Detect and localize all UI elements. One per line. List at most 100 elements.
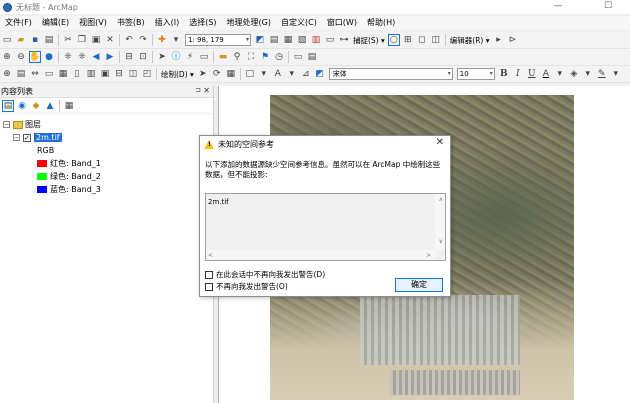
go-to-xy-icon[interactable]: ⚑ — [259, 51, 271, 63]
change-layout-icon[interactable]: ▣ — [99, 68, 111, 80]
point-snap-icon[interactable]: ○ — [387, 34, 400, 46]
time-slider-icon[interactable]: ◷ — [273, 51, 285, 63]
line-color-icon[interactable]: ✎ — [596, 68, 608, 80]
pan-icon[interactable]: ✋ — [29, 51, 41, 63]
tree-row-layers[interactable]: − 图层 — [0, 118, 213, 131]
rectangle-dropdown-icon[interactable]: ▾ — [258, 68, 270, 80]
scroll-right-icon[interactable]: > — [426, 252, 431, 259]
text-dropdown-icon[interactable]: ▾ — [286, 68, 298, 80]
list-by-visibility-icon[interactable]: ◆ — [30, 100, 42, 112]
collapse-icon[interactable]: − — [13, 134, 20, 141]
menu-insert[interactable]: 插入(I) — [150, 16, 185, 30]
editor-menu[interactable]: 编辑器(R) ▾ — [450, 35, 490, 46]
text-icon[interactable]: A — [272, 68, 284, 80]
toc-close-button[interactable]: ✕ — [203, 86, 210, 95]
catalog-window-icon[interactable]: ▦ — [282, 34, 294, 46]
georef-icon[interactable]: ⊕ — [1, 68, 13, 80]
measure-icon[interactable]: ▬ — [217, 51, 229, 63]
never-warn-option[interactable]: 不再向我发出警告(O) — [205, 281, 288, 292]
find-icon[interactable]: ⚲ — [231, 51, 243, 63]
fixed-zoom-in-icon[interactable]: ⁜ — [62, 51, 74, 63]
minimize-button[interactable]: — — [543, 0, 573, 14]
menu-geoprocessing[interactable]: 地理处理(G) — [222, 16, 276, 30]
python-window-icon[interactable]: ▭ — [324, 34, 336, 46]
menu-edit[interactable]: 编辑(E) — [37, 16, 74, 30]
list-by-selection-icon[interactable]: ▲ — [44, 100, 56, 112]
find-route-icon[interactable]: ⛶ — [245, 51, 257, 63]
missing-reference-list[interactable]: 2m.tif ∧ ∨ < > — [205, 193, 446, 261]
undo-icon[interactable]: ↶ — [123, 34, 135, 46]
redo-icon[interactable]: ↷ — [137, 34, 149, 46]
copy-icon[interactable]: ❐ — [76, 34, 88, 46]
select-elements-icon[interactable]: ➤ — [156, 51, 168, 63]
font-color-dropdown-icon[interactable]: ▾ — [554, 68, 566, 80]
model-builder-icon[interactable]: ⊶ — [338, 34, 350, 46]
underline-button[interactable]: U — [526, 68, 538, 80]
forward-extent-icon[interactable]: ▶ — [104, 51, 116, 63]
hyperlink-icon[interactable]: ⚡ — [184, 51, 196, 63]
layer-visibility-checkbox[interactable]: ✓ — [23, 133, 31, 142]
table-of-contents-icon[interactable]: ▤ — [268, 34, 280, 46]
edit-vertices-icon[interactable]: ⊿ — [300, 68, 312, 80]
collapse-icon[interactable]: − — [3, 121, 10, 128]
list-by-source-icon[interactable]: ◉ — [16, 100, 28, 112]
no-warning-session-checkbox[interactable] — [205, 270, 213, 279]
layer-name[interactable]: 2m.tif — [34, 133, 62, 142]
menu-help[interactable]: 帮助(H) — [362, 16, 400, 30]
menu-file[interactable]: 文件(F) — [0, 16, 37, 30]
editor-toolbar-icon[interactable]: ◩ — [254, 34, 266, 46]
scroll-up-icon[interactable]: ∧ — [439, 196, 443, 203]
full-extent-icon[interactable]: ● — [43, 51, 55, 63]
swipe-icon[interactable]: ⇔ — [29, 68, 41, 80]
fill-color-dropdown-icon[interactable]: ▾ — [582, 68, 594, 80]
no-warning-session-option[interactable]: 在此会话中不再向我发出警告(D) — [205, 269, 325, 280]
edit-tool-icon[interactable]: ▸ — [492, 34, 504, 46]
open-folder-icon[interactable]: ▰ — [15, 34, 27, 46]
dialog-close-button[interactable]: ✕ — [436, 137, 444, 148]
end-snap-icon[interactable]: ⊞ — [402, 34, 414, 46]
select-features-icon[interactable]: ⊡ — [137, 51, 149, 63]
font-icon[interactable]: ◩ — [314, 68, 326, 80]
save-icon[interactable]: ▪ — [29, 34, 41, 46]
go-to-extent-icon[interactable]: ⊟ — [123, 51, 135, 63]
new-document-icon[interactable]: ▭ — [1, 34, 13, 46]
add-data-dropdown-icon[interactable]: ▾ — [170, 34, 182, 46]
menu-view[interactable]: 视图(V) — [74, 16, 112, 30]
line-color-dropdown-icon[interactable]: ▾ — [610, 68, 622, 80]
vertex-snap-icon[interactable]: ◻ — [416, 34, 428, 46]
rotate-icon[interactable]: ⟳ — [211, 68, 223, 80]
horizontal-scrollbar[interactable] — [206, 250, 435, 260]
focus-data-icon[interactable]: ◰ — [141, 68, 153, 80]
pin-icon[interactable]: ⊐ — [195, 86, 201, 94]
options-icon[interactable]: ▦ — [63, 100, 75, 112]
delete-icon[interactable]: ✕ — [104, 34, 116, 46]
font-color-button[interactable]: A — [540, 68, 552, 80]
html-popup-icon[interactable]: ▭ — [198, 51, 210, 63]
italic-button[interactable]: I — [512, 68, 524, 80]
list-item[interactable]: 2m.tif — [208, 198, 229, 206]
add-data-icon[interactable]: ✚ — [156, 34, 168, 46]
menu-bookmarks[interactable]: 书签(B) — [112, 16, 150, 30]
rectangle-icon[interactable]: □ — [244, 68, 256, 80]
zoom-out-icon[interactable]: ⊖ — [15, 51, 27, 63]
scroll-left-icon[interactable]: < — [208, 252, 213, 259]
layout-view-icon[interactable]: ▤ — [306, 51, 318, 63]
menu-windows[interactable]: 窗口(W) — [322, 16, 362, 30]
edge-snap-icon[interactable]: ◫ — [430, 34, 442, 46]
bold-button[interactable]: B — [498, 68, 510, 80]
zoom-in-icon[interactable]: ⊕ — [1, 51, 13, 63]
identify-icon[interactable]: ⓘ — [170, 51, 182, 63]
fixed-zoom-out-icon[interactable]: ⁜ — [76, 51, 88, 63]
zoom-to-selected-icon[interactable]: ▦ — [225, 68, 237, 80]
drawing-menu[interactable]: 绘制(D) ▾ — [161, 69, 194, 80]
tree-row-layer[interactable]: − ✓ 2m.tif — [0, 131, 213, 144]
menu-selection[interactable]: 选择(S) — [184, 16, 221, 30]
effects-icon[interactable]: ▤ — [15, 68, 27, 80]
data-driven-icon[interactable]: ⊟ — [113, 68, 125, 80]
page-icon[interactable]: ▯ — [71, 68, 83, 80]
arctoolbox-icon[interactable]: ▥ — [310, 34, 322, 46]
cut-icon[interactable]: ✂ — [62, 34, 74, 46]
layout-icon[interactable]: ▦ — [57, 68, 69, 80]
flicker-icon[interactable]: ▭ — [43, 68, 55, 80]
create-viewer-icon[interactable]: ▭ — [292, 51, 304, 63]
